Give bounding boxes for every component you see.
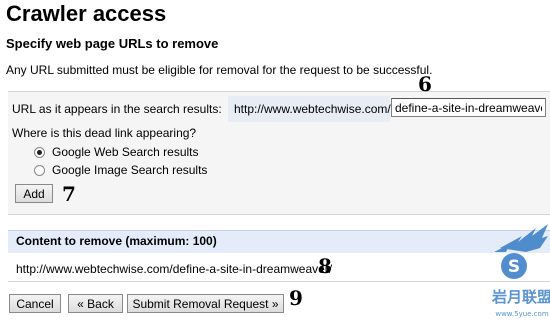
annotation-9: 9: [289, 286, 303, 310]
back-button[interactable]: « Back: [68, 294, 123, 313]
page-subtitle: Specify web page URLs to remove: [6, 36, 219, 51]
url-label: URL as it appears in the search results:: [12, 102, 222, 116]
annotation-6: 6: [418, 72, 432, 96]
image-search-label: Google Image Search results: [52, 163, 208, 177]
watermark-text: 岩月联盟: [492, 288, 550, 306]
cancel-button[interactable]: Cancel: [9, 294, 61, 313]
content-title: Content to remove (maximum: 100): [16, 234, 217, 248]
annotation-7: 7: [62, 182, 76, 206]
content-divider: [8, 281, 550, 282]
svg-text:S: S: [508, 257, 520, 277]
watermark-logo: S 岩月联盟 www.5yue.com: [492, 224, 550, 318]
web-search-option[interactable]: Google Web Search results: [34, 145, 199, 159]
url-path-input[interactable]: [391, 98, 546, 117]
image-search-option[interactable]: Google Image Search results: [34, 163, 207, 177]
radio-image-search[interactable]: [34, 164, 45, 176]
page-title: Crawler access: [6, 1, 167, 26]
intro-text: Any URL submitted must be eligible for r…: [6, 63, 433, 77]
watermark-sub: www.5yue.com: [495, 310, 548, 318]
url-prefix: http://www.webtechwise.com/: [234, 102, 391, 116]
add-button[interactable]: Add: [15, 184, 53, 203]
where-label: Where is this dead link appearing?: [12, 126, 197, 140]
removal-list-item: http://www.webtechwise.com/define-a-site…: [16, 262, 333, 276]
radio-web-search[interactable]: [34, 146, 45, 158]
submit-removal-button[interactable]: Submit Removal Request »: [127, 294, 284, 313]
web-search-label: Google Web Search results: [52, 145, 199, 159]
annotation-8: 8: [318, 254, 332, 278]
